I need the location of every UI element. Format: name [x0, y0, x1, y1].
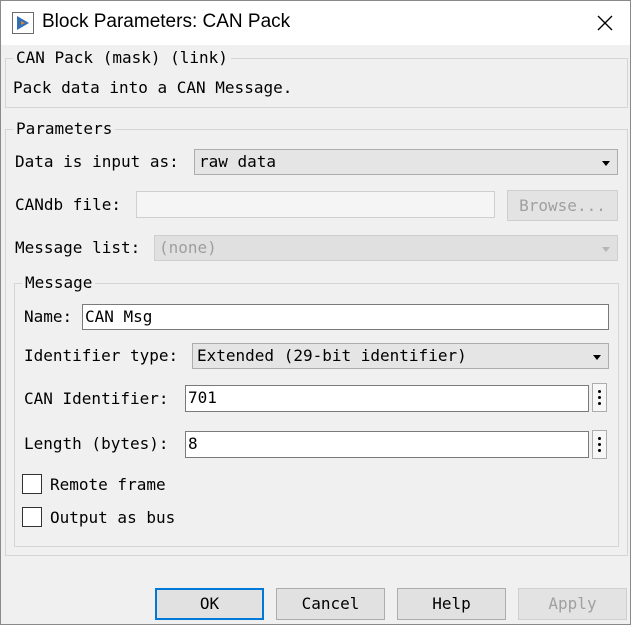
parameters-legend: Parameters [13, 119, 116, 138]
can-identifier-label: CAN Identifier: [24, 389, 169, 408]
message-list-value: (none) [159, 238, 217, 257]
close-icon [597, 15, 613, 31]
identifier-type-label: Identifier type: [24, 346, 179, 365]
length-field[interactable]: 8 [185, 431, 589, 458]
candb-file-label: CANdb file: [15, 195, 121, 214]
can-identifier-options-button[interactable] [592, 383, 607, 412]
data-input-value: raw data [199, 152, 277, 171]
length-options-button[interactable] [592, 430, 607, 459]
more-vertical-icon [598, 390, 601, 393]
description-legend: CAN Pack (mask) (link) [13, 48, 231, 67]
ok-button[interactable]: OK [155, 588, 264, 620]
chevron-down-icon [593, 355, 601, 360]
browse-button[interactable]: Browse... [507, 190, 618, 221]
title-bar[interactable]: Block Parameters: CAN Pack [1, 1, 630, 45]
message-list-label: Message list: [15, 238, 141, 257]
description-text: Pack data into a CAN Message. [13, 78, 293, 97]
simulink-block-icon [12, 12, 34, 34]
can-identifier-field[interactable]: 701 [185, 385, 589, 412]
dialog-window: Block Parameters: CAN Pack CAN Pack (mas… [0, 0, 631, 625]
name-field[interactable]: CAN Msg [82, 304, 609, 330]
data-input-label: Data is input as: [15, 152, 179, 171]
message-legend: Message [22, 273, 96, 292]
chevron-down-icon [602, 161, 610, 166]
message-list-dropdown[interactable]: (none) [154, 235, 618, 261]
more-vertical-icon [598, 437, 601, 440]
candb-file-field[interactable] [136, 191, 495, 218]
name-label: Name: [24, 307, 73, 326]
length-label: Length (bytes): [24, 434, 169, 453]
output-as-bus-checkbox[interactable] [22, 507, 42, 527]
identifier-type-dropdown[interactable]: Extended (29-bit identifier) [192, 343, 609, 369]
remote-frame-checkbox[interactable] [22, 474, 42, 494]
remote-frame-label[interactable]: Remote frame [50, 475, 166, 494]
cancel-button[interactable]: Cancel [276, 588, 385, 620]
apply-button[interactable]: Apply [518, 588, 627, 620]
output-as-bus-label[interactable]: Output as bus [50, 508, 175, 527]
identifier-type-value: Extended (29-bit identifier) [197, 346, 467, 365]
window-title: Block Parameters: CAN Pack [42, 11, 291, 32]
close-button[interactable] [585, 5, 625, 41]
help-button[interactable]: Help [397, 588, 506, 620]
chevron-down-icon [602, 247, 610, 252]
data-input-dropdown[interactable]: raw data [194, 149, 618, 175]
